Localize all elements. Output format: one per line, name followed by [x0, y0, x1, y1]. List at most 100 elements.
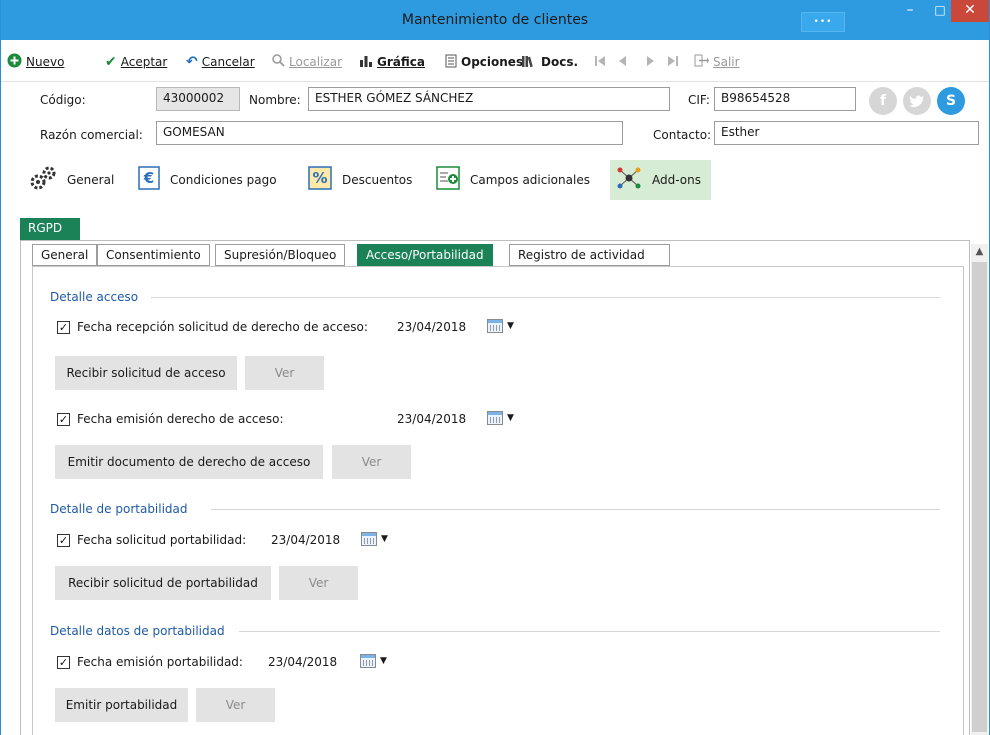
recibir-solicitud-acceso-button[interactable]: Recibir solicitud de acceso — [55, 356, 237, 390]
emision-portabilidad-checkbox[interactable]: ✓ — [57, 656, 70, 669]
exit-icon — [694, 54, 709, 70]
ver-datos-portabilidad-button[interactable]: Ver — [196, 688, 275, 722]
cif-label: CIF: — [688, 93, 710, 107]
previous-record-button[interactable] — [617, 53, 631, 71]
gears-icon — [29, 165, 57, 196]
solicitud-portabilidad-checkbox[interactable]: ✓ — [57, 534, 70, 547]
section-tab-condiciones-pago[interactable]: € Condiciones pago — [132, 160, 283, 200]
ver-acceso-button[interactable]: Ver — [245, 356, 324, 390]
percent-icon: % — [308, 165, 332, 195]
ver-portabilidad-button[interactable]: Ver — [279, 566, 358, 600]
more-options-button[interactable]: ••• — [801, 12, 845, 32]
divider — [151, 297, 940, 298]
bar-chart-icon — [359, 54, 373, 71]
previous-record-icon — [617, 55, 627, 70]
cif-field[interactable]: B98654528 — [714, 87, 856, 111]
dropdown-arrow-icon[interactable]: ▼ — [507, 413, 514, 423]
ver-documento-acceso-button[interactable]: Ver — [332, 445, 411, 479]
cancelar-button[interactable]: ↶ Cancelar — [186, 53, 255, 71]
title-bar: Mantenimiento de clientes ••• – □ ✕ — [1, 0, 989, 40]
recepcion-acceso-checkbox[interactable]: ✓ — [57, 321, 70, 334]
minimize-button[interactable]: – — [895, 0, 925, 22]
dropdown-arrow-icon[interactable]: ▼ — [507, 321, 514, 331]
scrollbar-thumb[interactable] — [972, 262, 987, 732]
codigo-label: Código: — [40, 93, 86, 107]
contacto-field[interactable]: Esther — [714, 121, 979, 145]
section-tab-descuentos-label: Descuentos — [342, 173, 413, 187]
first-record-icon — [594, 55, 606, 70]
emision-acceso-date-field[interactable]: 23/04/2018 — [392, 407, 480, 431]
section-tab-condiciones-pago-label: Condiciones pago — [170, 173, 277, 187]
nuevo-label: Nuevo — [26, 55, 65, 69]
dropdown-arrow-icon[interactable]: ▼ — [381, 534, 388, 544]
divider — [239, 631, 940, 632]
section-tab-campos-adicionales[interactable]: Campos adicionales — [430, 160, 596, 200]
recepcion-acceso-date-field[interactable]: 23/04/2018 — [392, 315, 480, 339]
emision-portabilidad-date-field[interactable]: 23/04/2018 — [263, 650, 351, 674]
section-tab-general-label: General — [67, 173, 115, 187]
opciones-label: Opciones — [461, 55, 524, 69]
emision-acceso-label: Fecha emisión derecho de acceso: — [77, 412, 284, 426]
rgpd-tab-general[interactable]: General — [32, 244, 98, 266]
rgpd-tab-consentimiento[interactable]: Consentimiento — [97, 244, 210, 266]
rgpd-badge: RGPD — [20, 218, 80, 240]
section-tab-campos-adicionales-label: Campos adicionales — [470, 173, 590, 187]
localizar-label: Localizar — [289, 55, 343, 69]
rgpd-tab-acceso-portabilidad[interactable]: Acceso/Portabilidad — [357, 244, 493, 267]
aceptar-label: Aceptar — [120, 55, 168, 69]
aceptar-button[interactable]: ✔ Aceptar — [105, 53, 167, 71]
salir-button[interactable]: Salir — [694, 53, 740, 71]
localizar-button[interactable]: Localizar — [272, 53, 342, 71]
plus-circle-icon — [7, 53, 22, 71]
docs-button[interactable]: Docs. — [521, 53, 578, 71]
section-tab-general[interactable]: General — [23, 160, 120, 200]
solicitud-portabilidad-date-field[interactable]: 23/04/2018 — [266, 528, 354, 552]
calendar-icon[interactable] — [360, 654, 376, 668]
emision-acceso-checkbox[interactable]: ✓ — [57, 413, 70, 426]
detalle-portabilidad-title: Detalle de portabilidad — [50, 502, 188, 516]
razon-comercial-field[interactable]: GOMESAN — [156, 121, 623, 145]
scroll-up-icon[interactable]: ▲ — [971, 244, 988, 260]
vertical-scrollbar[interactable]: ▲ — [971, 244, 988, 735]
document-list-icon — [445, 54, 457, 71]
recibir-solicitud-portabilidad-button[interactable]: Recibir solicitud de portabilidad — [55, 566, 271, 600]
svg-text:€: € — [143, 169, 154, 187]
next-record-icon — [646, 55, 656, 70]
network-icon — [616, 166, 642, 195]
rgpd-tab-registro-actividad[interactable]: Registro de actividad — [509, 244, 670, 266]
nombre-field[interactable]: ESTHER GÓMEZ SÁNCHEZ — [308, 87, 670, 111]
opciones-button[interactable]: Opciones — [445, 53, 523, 71]
last-record-button[interactable] — [667, 53, 683, 71]
dropdown-arrow-icon[interactable]: ▼ — [380, 656, 387, 666]
skype-icon[interactable]: S — [937, 87, 965, 115]
razon-comercial-label: Razón comercial: — [40, 128, 143, 142]
section-tab-descuentos[interactable]: % Descuentos — [302, 160, 418, 200]
checkmark-icon: ✔ — [105, 54, 117, 70]
divider — [211, 509, 940, 510]
add-field-icon — [436, 165, 460, 195]
search-icon — [272, 54, 285, 70]
salir-label: Salir — [713, 55, 740, 69]
detalle-acceso-title: Detalle acceso — [50, 290, 139, 304]
docs-label: Docs. — [541, 55, 579, 69]
grafica-label: Gráfica — [377, 55, 425, 69]
nuevo-button[interactable]: Nuevo — [7, 53, 64, 71]
emitir-portabilidad-button[interactable]: Emitir portabilidad — [55, 688, 188, 722]
section-tab-add-ons[interactable]: Add-ons — [610, 160, 711, 200]
solicitud-portabilidad-label: Fecha solicitud portabilidad: — [77, 533, 247, 547]
undo-arrow-icon: ↶ — [186, 54, 198, 70]
calendar-icon[interactable] — [487, 319, 503, 333]
recepcion-acceso-label: Fecha recepción solicitud de derecho de … — [77, 320, 368, 334]
last-record-icon — [667, 55, 679, 70]
rgpd-tab-supresion-bloqueo[interactable]: Supresión/Bloqueo — [215, 244, 346, 266]
facebook-icon[interactable]: f — [869, 87, 897, 115]
first-record-button[interactable] — [594, 53, 610, 71]
calendar-icon[interactable] — [487, 411, 503, 425]
emitir-documento-acceso-button[interactable]: Emitir documento de derecho de acceso — [55, 445, 323, 479]
codigo-field[interactable]: 43000002 — [156, 87, 240, 111]
grafica-button[interactable]: Gráfica — [359, 53, 425, 71]
twitter-icon[interactable] — [903, 87, 931, 115]
calendar-icon[interactable] — [361, 532, 377, 546]
next-record-button[interactable] — [646, 53, 660, 71]
close-button[interactable]: ✕ — [951, 0, 989, 22]
